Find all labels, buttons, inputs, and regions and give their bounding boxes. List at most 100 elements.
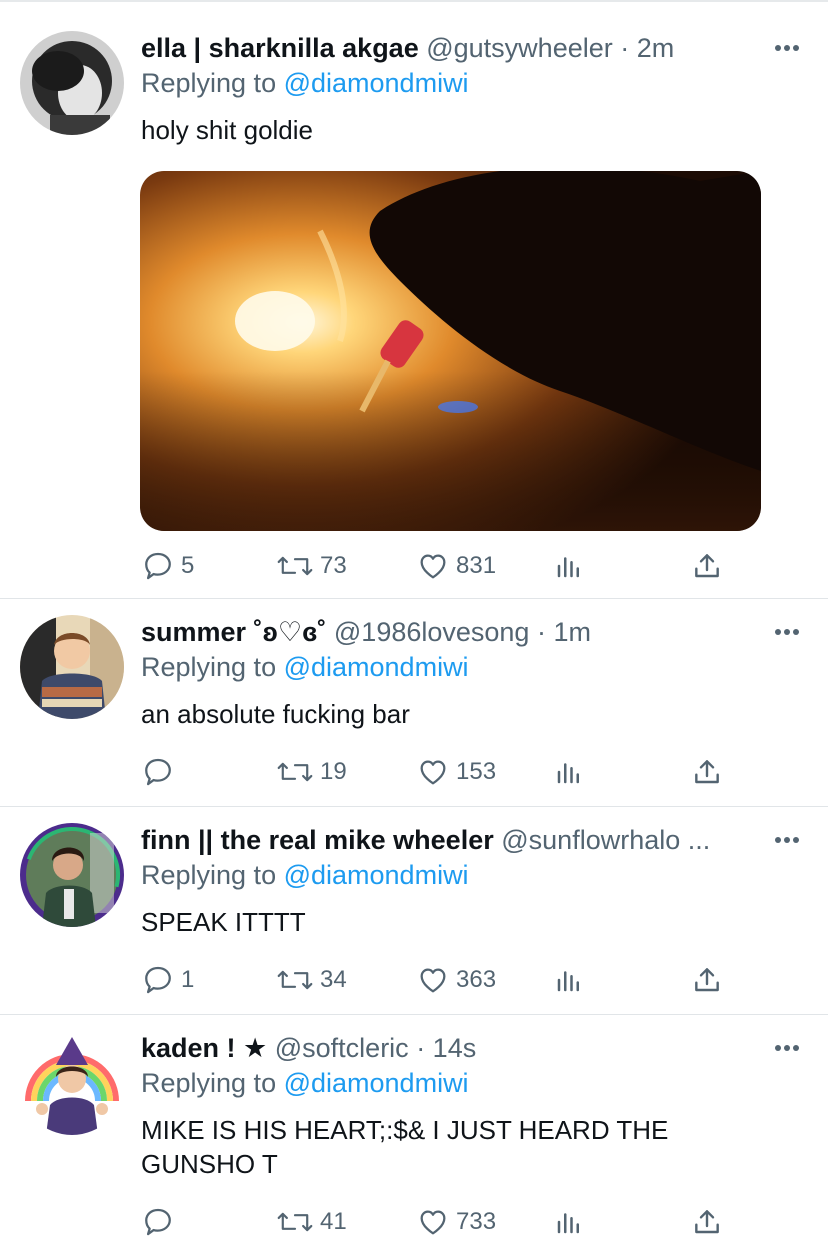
more-button[interactable] <box>770 622 804 642</box>
tweet-actions: 19 153 <box>0 752 828 792</box>
analytics-icon <box>557 971 579 992</box>
avatar[interactable] <box>20 1031 124 1135</box>
tweet-header: kaden ! ★ @softcleric · 14s <box>141 1031 766 1065</box>
like-button[interactable]: 831 <box>416 546 496 586</box>
like-count: 153 <box>456 758 497 785</box>
reply-icon <box>145 966 171 994</box>
replying-to-mention[interactable]: @diamondmiwi <box>284 860 469 890</box>
retweet-count: 41 <box>320 1208 347 1235</box>
replying-to: Replying to @diamondmiwi <box>141 1066 469 1100</box>
reply-count: 1 <box>181 966 195 993</box>
heart-icon <box>420 968 446 993</box>
reply-count: 5 <box>181 552 195 579</box>
replying-to-mention[interactable]: @diamondmiwi <box>284 1068 469 1098</box>
replying-to-label: Replying to <box>141 68 284 98</box>
share-button[interactable] <box>691 752 723 792</box>
avatar-image <box>20 31 124 135</box>
username[interactable]: @gutsywheeler <box>426 33 613 63</box>
more-button[interactable] <box>770 1038 804 1058</box>
tweet-text: SPEAK ITTTT <box>141 907 306 937</box>
tweet-text: an absolute fucking bar <box>141 699 410 729</box>
heart-icon <box>420 760 446 785</box>
like-count: 363 <box>456 966 497 993</box>
timestamp[interactable]: · 1m <box>529 617 591 647</box>
reply-button[interactable]: 5 <box>141 546 194 586</box>
analytics-button[interactable] <box>554 752 584 792</box>
retweet-button[interactable]: 19 <box>276 752 347 792</box>
share-button[interactable] <box>691 960 723 1000</box>
replying-to: Replying to @diamondmiwi <box>141 858 469 892</box>
timestamp[interactable]: · 2m <box>613 33 674 63</box>
retweet-button[interactable]: 34 <box>276 960 347 1000</box>
like-button[interactable]: 733 <box>416 1202 496 1242</box>
analytics-icon <box>557 1213 579 1234</box>
tweet-header: ella | sharknilla akgae @gutsywheeler · … <box>141 31 766 65</box>
display-name[interactable]: kaden ! ★ <box>141 1033 267 1063</box>
username[interactable]: @sunflowrhalo ... <box>501 825 710 855</box>
tweet[interactable]: summer ˚ʚ♡ɞ˚ @1986lovesong · 1m Replying… <box>0 599 828 806</box>
tweet-text: holy shit goldie <box>141 115 313 145</box>
like-count: 733 <box>456 1208 497 1235</box>
retweet-button[interactable]: 41 <box>276 1202 347 1242</box>
tweet-actions: 5 73 831 <box>0 546 828 586</box>
display-name[interactable]: finn || the real mike wheeler <box>141 825 494 855</box>
media-image <box>140 171 761 531</box>
analytics-button[interactable] <box>554 1202 584 1242</box>
tweet-media[interactable] <box>140 171 761 531</box>
retweet-count: 19 <box>320 758 347 785</box>
tweet-text: MIKE IS HIS HEART;:$& I JUST HEARD THE G… <box>141 1115 669 1179</box>
tweet-actions: 41 733 <box>0 1202 828 1242</box>
tweet[interactable]: finn || the real mike wheeler @sunflowrh… <box>0 807 828 1014</box>
display-name[interactable]: ella | sharknilla akgae <box>141 33 419 63</box>
analytics-button[interactable] <box>554 960 584 1000</box>
reply-icon <box>145 758 171 786</box>
username[interactable]: @1986lovesong <box>334 617 530 647</box>
more-button[interactable] <box>770 38 804 58</box>
replying-to-label: Replying to <box>141 1068 284 1098</box>
analytics-icon <box>557 557 579 578</box>
more-icon <box>775 629 799 635</box>
display-name[interactable]: summer ˚ʚ♡ɞ˚ <box>141 617 326 647</box>
tweet-actions: 1 34 363 <box>0 960 828 1000</box>
share-icon <box>695 968 719 992</box>
replying-to: Replying to @diamondmiwi <box>141 650 469 684</box>
share-icon <box>695 760 719 784</box>
analytics-button[interactable] <box>554 546 584 586</box>
retweet-count: 73 <box>320 552 347 579</box>
heart-icon <box>420 1210 446 1235</box>
retweet-icon <box>277 970 313 990</box>
retweet-button[interactable]: 73 <box>276 546 347 586</box>
reply-icon <box>145 1208 171 1236</box>
like-count: 831 <box>456 552 497 579</box>
retweet-icon <box>277 556 313 576</box>
more-button[interactable] <box>770 830 804 850</box>
tweet-header: summer ˚ʚ♡ɞ˚ @1986lovesong · 1m <box>141 615 766 649</box>
more-icon <box>775 45 799 51</box>
share-button[interactable] <box>691 546 723 586</box>
avatar-image <box>20 615 124 719</box>
like-button[interactable]: 363 <box>416 960 496 1000</box>
replying-to-mention[interactable]: @diamondmiwi <box>284 652 469 682</box>
retweet-icon <box>277 762 313 782</box>
reply-icon <box>145 552 171 580</box>
avatar[interactable] <box>20 31 124 135</box>
retweet-count: 34 <box>320 966 347 993</box>
tweet[interactable]: kaden ! ★ @softcleric · 14s Replying to … <box>0 1015 828 1252</box>
reply-button[interactable]: 1 <box>141 960 194 1000</box>
heart-icon <box>420 554 446 579</box>
tweet[interactable]: ella | sharknilla akgae @gutsywheeler · … <box>0 0 828 598</box>
share-button[interactable] <box>691 1202 723 1242</box>
like-button[interactable]: 153 <box>416 752 496 792</box>
reply-button[interactable] <box>141 752 181 792</box>
avatar[interactable] <box>20 615 124 719</box>
share-icon <box>695 1210 719 1234</box>
timestamp[interactable]: · 14s <box>409 1033 476 1063</box>
username[interactable]: @softcleric <box>275 1033 409 1063</box>
tweet-header: finn || the real mike wheeler @sunflowrh… <box>141 823 766 857</box>
avatar[interactable] <box>20 823 124 927</box>
avatar-image <box>20 823 124 927</box>
replying-to-mention[interactable]: @diamondmiwi <box>284 68 469 98</box>
replying-to-label: Replying to <box>141 860 284 890</box>
reply-button[interactable] <box>141 1202 181 1242</box>
more-icon <box>775 837 799 843</box>
